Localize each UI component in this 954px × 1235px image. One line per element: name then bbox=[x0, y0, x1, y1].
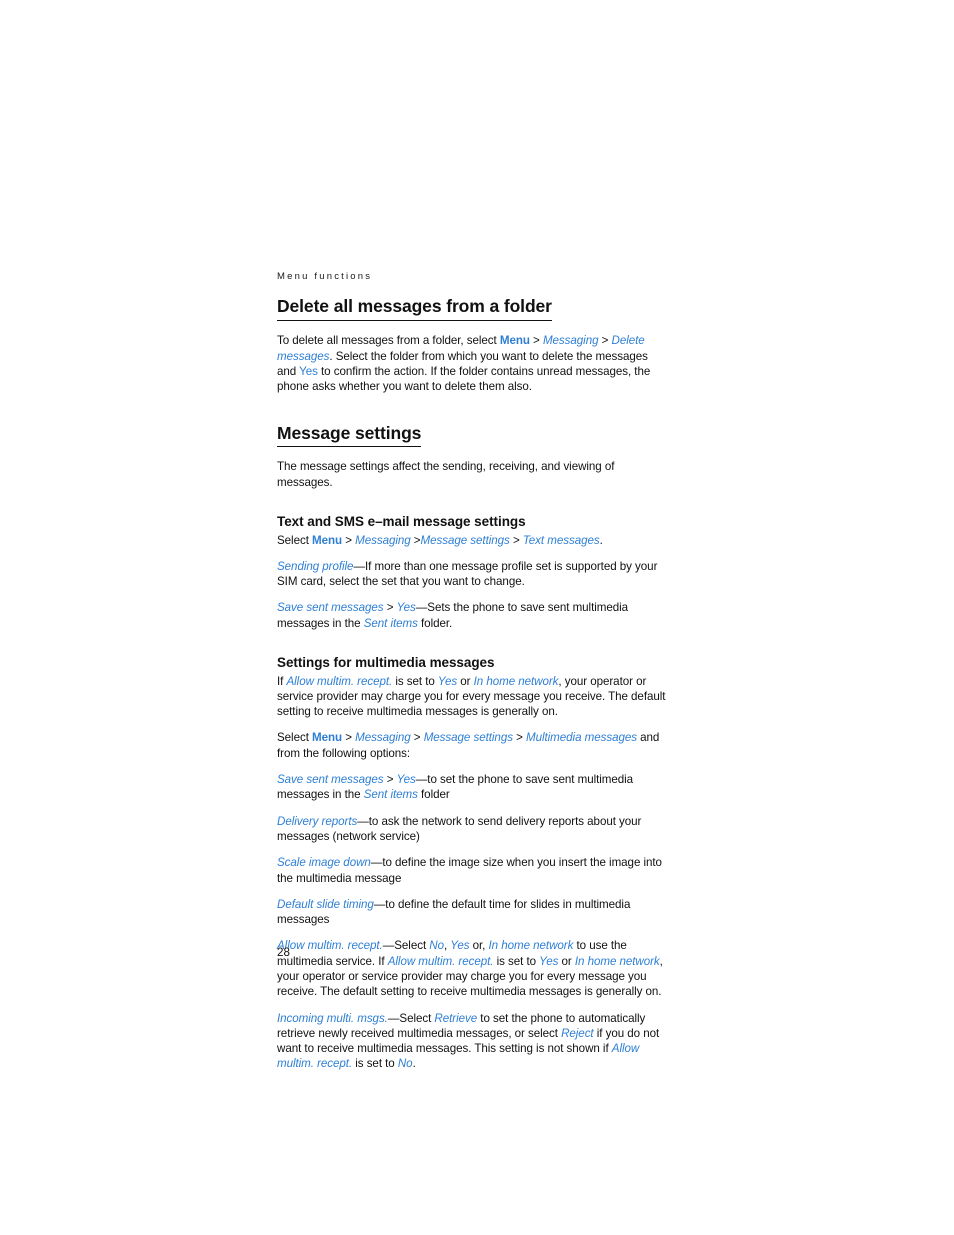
ui-term: Message settings bbox=[423, 731, 513, 745]
paragraph-allow-multim-recept: Allow multim. recept.—Select No, Yes or,… bbox=[277, 938, 669, 999]
ui-term: > bbox=[410, 731, 424, 745]
ui-term: Yes bbox=[437, 674, 458, 688]
text-run: —Select bbox=[382, 939, 430, 953]
paragraph-save-sent-messages-sms: Save sent messages > Yes—Sets the phone … bbox=[277, 600, 669, 631]
ui-term: Save sent messages bbox=[277, 601, 384, 615]
section-heading-wrap: Delete all messages from a folder bbox=[277, 296, 669, 328]
text-run: . bbox=[599, 533, 603, 547]
ui-term: In home network bbox=[574, 954, 660, 968]
ui-term: Allow multim. recept. bbox=[387, 954, 494, 968]
ui-term: Reject bbox=[561, 1026, 594, 1040]
text-run: The message settings affect the sending,… bbox=[277, 460, 615, 489]
ui-term: > bbox=[529, 334, 543, 348]
paragraph-incoming-multi-msgs: Incoming multi. msgs.—Select Retrieve to… bbox=[277, 1011, 669, 1072]
paragraph-message-settings-intro: The message settings affect the sending,… bbox=[277, 459, 669, 490]
paragraph-scale-image-down: Scale image down—to define the image siz… bbox=[277, 855, 669, 886]
ui-term: Sent items bbox=[363, 788, 418, 802]
ui-term: Messaging bbox=[355, 533, 411, 547]
page-number: 28 bbox=[277, 946, 290, 959]
ui-term: > bbox=[342, 533, 356, 547]
paragraph-text-sms-path: Select Menu > Messaging >Message setting… bbox=[277, 533, 669, 548]
manual-page: Menu functions Delete all messages from … bbox=[0, 0, 954, 1235]
subsection-heading-text-sms-email-settings: Text and SMS e–mail message settings bbox=[277, 513, 526, 529]
text-run: or, bbox=[469, 939, 489, 953]
ui-term: Menu bbox=[312, 731, 343, 745]
ui-term: In home network bbox=[473, 674, 559, 688]
ui-term: Message settings bbox=[420, 533, 510, 547]
ui-term: > bbox=[383, 601, 397, 615]
paragraph-delivery-reports: Delivery reports—to ask the network to s… bbox=[277, 814, 669, 845]
subsection-heading-settings-for-multimedia-messages: Settings for multimedia messages bbox=[277, 655, 495, 670]
ui-term: Menu bbox=[499, 334, 530, 348]
text-run: or bbox=[558, 954, 575, 968]
paragraph-default-slide-timing: Default slide timing—to define the defau… bbox=[277, 897, 669, 928]
ui-term: Text messages bbox=[522, 533, 600, 547]
ui-term: Allow multim. recept. bbox=[277, 939, 383, 953]
ui-term: Default slide timing bbox=[277, 897, 374, 911]
section-heading-message-settings: Message settings bbox=[277, 423, 421, 448]
ui-term: No bbox=[397, 1057, 413, 1071]
text-run: is set to bbox=[352, 1057, 398, 1071]
text-run: is set to bbox=[392, 674, 438, 688]
ui-term: Scale image down bbox=[277, 856, 371, 870]
text-run: To delete all messages from a folder, se… bbox=[277, 334, 500, 348]
ui-term: > bbox=[410, 533, 421, 547]
ui-term: Save sent messages bbox=[277, 773, 384, 787]
sections-container: Delete all messages from a folder To dele… bbox=[277, 296, 669, 1071]
ui-term: Allow multim. recept. bbox=[286, 674, 393, 688]
ui-term: Yes bbox=[539, 954, 559, 968]
ui-term: > bbox=[598, 334, 612, 348]
ui-term: Menu bbox=[312, 533, 343, 547]
ui-term: Messaging bbox=[542, 334, 599, 348]
paragraph-delete-all-messages-body: To delete all messages from a folder, se… bbox=[277, 333, 669, 394]
ui-term: Incoming multi. msgs. bbox=[277, 1011, 388, 1025]
ui-term: Yes bbox=[396, 773, 416, 787]
ui-term: Yes bbox=[396, 601, 416, 615]
ui-term: No bbox=[429, 939, 444, 953]
ui-term: > bbox=[342, 731, 356, 745]
ui-term: Messaging bbox=[355, 731, 411, 745]
ui-term: In home network bbox=[488, 939, 574, 953]
running-header: Menu functions bbox=[277, 271, 373, 282]
paragraph-mms-path: Select Menu > Messaging > Message settin… bbox=[277, 730, 669, 761]
text-run: or bbox=[457, 674, 474, 688]
section-heading-delete-all-messages: Delete all messages from a folder bbox=[277, 296, 552, 322]
ui-term: > bbox=[383, 773, 397, 787]
ui-term: Multimedia messages bbox=[526, 731, 637, 745]
text-run: —Select bbox=[387, 1011, 435, 1025]
ui-term: Delivery reports bbox=[277, 814, 358, 828]
ui-term: Sending profile bbox=[277, 559, 354, 573]
paragraph-mms-charge-notice: If Allow multim. recept. is set to Yes o… bbox=[277, 674, 669, 720]
section-heading-wrap: Message settings bbox=[277, 423, 669, 455]
ui-term: Sent items bbox=[363, 616, 418, 630]
text-run: . bbox=[412, 1057, 416, 1071]
ui-term: > bbox=[512, 731, 526, 745]
text-run: to confirm the action. If the folder con… bbox=[277, 364, 651, 394]
ui-term: Yes bbox=[450, 939, 470, 953]
page-content: Menu functions Delete all messages from … bbox=[277, 271, 669, 1083]
text-run: folder bbox=[417, 788, 450, 802]
text-run: folder. bbox=[417, 616, 453, 630]
text-run: Select bbox=[277, 533, 313, 547]
text-run: Select bbox=[277, 731, 313, 745]
text-run: is set to bbox=[493, 954, 540, 968]
paragraph-sending-profile: Sending profile—If more than one message… bbox=[277, 559, 669, 590]
ui-term: Retrieve bbox=[434, 1011, 478, 1025]
ui-term: Yes bbox=[299, 364, 318, 378]
paragraph-save-sent-messages-mms: Save sent messages > Yes—to set the phon… bbox=[277, 772, 669, 803]
ui-term: > bbox=[509, 533, 523, 547]
